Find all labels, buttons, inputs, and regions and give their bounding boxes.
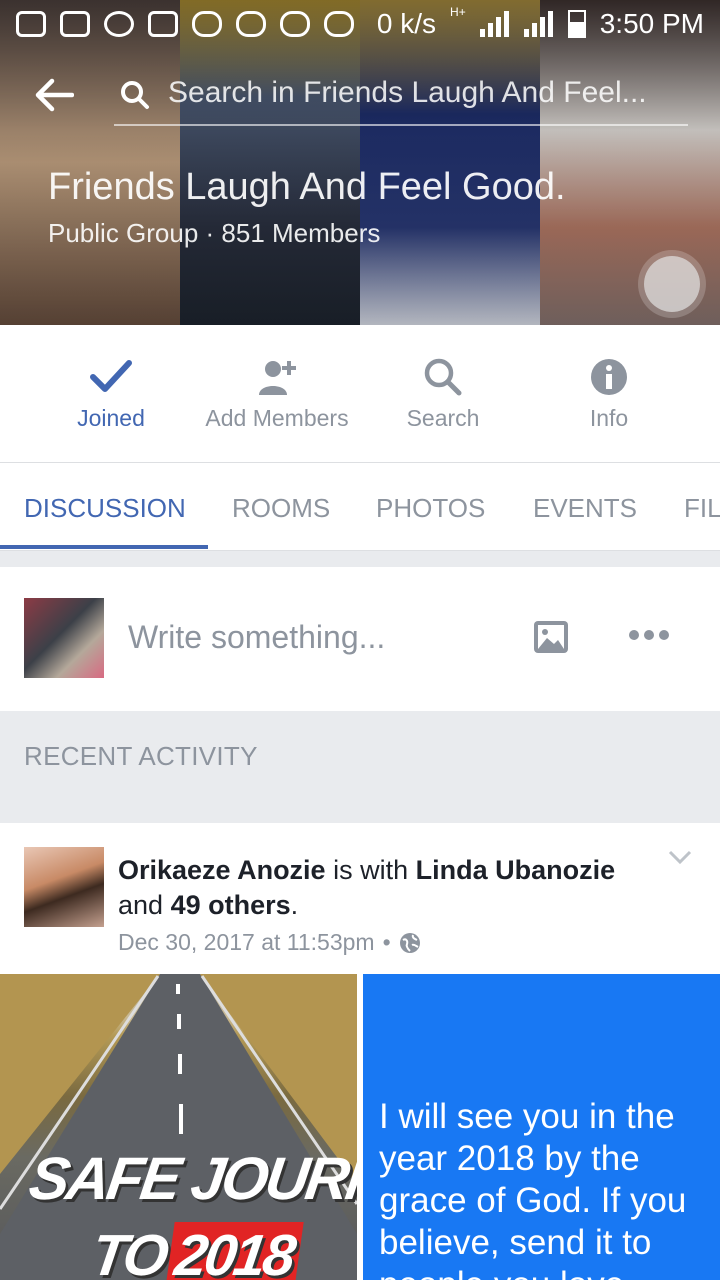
whatsapp-icon — [104, 11, 134, 37]
tab-discussion[interactable]: DISCUSSION — [24, 493, 186, 524]
add-members-label: Add Members — [205, 405, 349, 431]
info-icon — [591, 359, 627, 395]
post-with-text: is with — [333, 855, 409, 885]
avatar[interactable] — [24, 598, 104, 678]
joined-label: Joined — [77, 405, 145, 431]
write-something-input[interactable]: Write something... — [128, 619, 385, 656]
image-card-text: I will see you in the year 2018 by the g… — [379, 1097, 687, 1280]
info-button[interactable]: Info — [524, 325, 694, 463]
group-actions-bar: Joined Add Members Search Info — [0, 325, 720, 463]
joined-button[interactable]: Joined — [26, 325, 196, 463]
group-search-bar[interactable]: Search in Friends Laugh And Feel... — [0, 60, 720, 130]
battery-icon — [567, 10, 586, 38]
network-type: H+ — [450, 5, 466, 19]
post-author[interactable]: Orikaeze Anozie — [118, 855, 326, 885]
section-label: RECENT ACTIVITY — [24, 741, 258, 771]
more-options-icon[interactable] — [628, 629, 670, 641]
post-others-link[interactable]: 49 others — [171, 890, 291, 920]
post-composer: Write something... — [0, 567, 720, 711]
search-label: Search — [406, 405, 480, 431]
avatar[interactable] — [24, 847, 104, 927]
status-bar: 0 k/s H+ 3:50 PM — [0, 0, 720, 48]
game-controller-icon — [280, 11, 310, 37]
image-caption-line1: SAFE JOURNEY — [25, 1145, 357, 1212]
add-members-button[interactable]: Add Members — [192, 325, 362, 463]
tab-files[interactable]: FIL — [684, 493, 720, 524]
game-controller-icon — [236, 11, 266, 37]
tab-rooms[interactable]: ROOMS — [232, 493, 330, 524]
group-tabs: DISCUSSION ROOMS PHOTOS EVENTS FIL — [0, 463, 720, 551]
post-and-text: and — [118, 890, 164, 920]
group-cover-photo: 0 k/s H+ 3:50 PM Search in Friends Laugh… — [0, 0, 720, 325]
game-controller-icon — [324, 11, 354, 37]
meta-separator: • — [382, 929, 391, 955]
chevron-down-icon[interactable] — [668, 849, 692, 865]
recent-activity-header: RECENT ACTIVITY — [0, 711, 720, 823]
post-header: Orikaeze Anozie is with Linda Ubanozie a… — [118, 853, 638, 923]
info-label: Info — [589, 405, 629, 431]
image-caption-line2: TO2018 — [87, 1222, 304, 1280]
post-tagged-person[interactable]: Linda Ubanozie — [416, 855, 616, 885]
back-arrow-icon[interactable] — [34, 78, 74, 112]
chat-bubble-icon — [16, 11, 46, 37]
post-end-punct: . — [290, 890, 299, 920]
add-person-icon — [259, 361, 296, 395]
gmail-icon — [60, 11, 90, 37]
group-name: Friends Laugh And Feel Good. — [48, 166, 566, 208]
game-controller-icon — [192, 11, 222, 37]
tab-events[interactable]: EVENTS — [533, 493, 637, 524]
feed-post: Orikaeze Anozie is with Linda Ubanozie a… — [0, 823, 720, 1280]
globe-icon — [399, 932, 420, 953]
post-timestamp[interactable]: Dec 30, 2017 at 11:53pm — [118, 929, 375, 956]
signal-icon — [523, 11, 554, 37]
divider — [0, 551, 720, 567]
search-input[interactable]: Search in Friends Laugh And Feel... — [168, 76, 647, 110]
network-speed: 0 k/s — [376, 8, 437, 39]
post-image-blue-card[interactable]: I will see you in the year 2018 by the g… — [363, 974, 720, 1280]
search-underline — [114, 124, 688, 126]
group-subtitle: Public Group · 851 Members — [48, 218, 381, 248]
search-icon — [121, 81, 149, 109]
post-image-safe-journey[interactable]: SAFE JOURNEY TO2018 — [0, 974, 357, 1280]
year-badge: 2018 — [164, 1222, 304, 1280]
checkmark-icon — [90, 360, 132, 392]
search-icon — [424, 358, 462, 396]
post-meta: Dec 30, 2017 at 11:53pm • — [118, 929, 421, 956]
photo-icon[interactable] — [532, 619, 570, 655]
gallery-icon — [148, 11, 178, 37]
signal-icon — [479, 11, 510, 37]
clock: 3:50 PM — [599, 8, 704, 39]
floating-bubble-button[interactable] — [644, 256, 700, 312]
active-tab-indicator — [0, 545, 208, 549]
tab-photos[interactable]: PHOTOS — [376, 493, 485, 524]
search-button[interactable]: Search — [358, 325, 528, 463]
